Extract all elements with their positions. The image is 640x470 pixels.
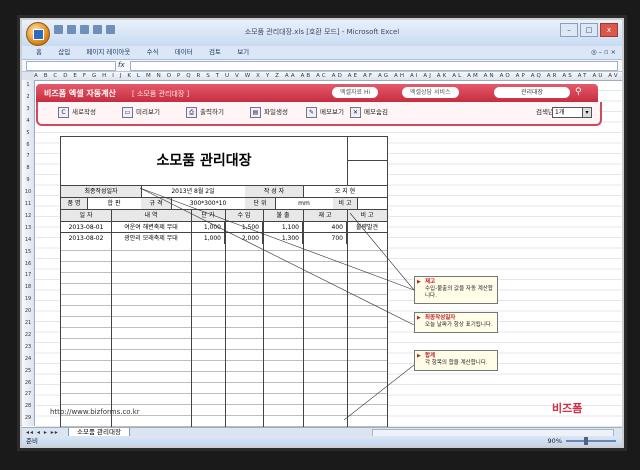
- website-url: http://www.bizforms.co.kr: [50, 408, 140, 416]
- zoom-control[interactable]: 90%: [548, 436, 616, 446]
- excel-window: 소모품 관리대장.xls [호환 모드] - Microsoft Excel –…: [20, 18, 624, 448]
- zoom-slider[interactable]: [566, 437, 616, 445]
- note-stock: 재고 수입-불출의 값을 자동 계산합니다.: [414, 276, 498, 304]
- bizforms-logo: 비즈폼: [552, 402, 583, 415]
- note-connector-lines: [139, 187, 415, 421]
- note-total: 합계 각 항목의 합을 계산합니다.: [414, 350, 498, 371]
- status-text: 준비: [26, 437, 38, 445]
- zoom-level: 90%: [547, 437, 562, 445]
- status-bar: 준비 90%: [22, 436, 622, 446]
- note-last-created: 최종작성일자 오늘 날짜가 항상 표기됩니다.: [414, 312, 498, 333]
